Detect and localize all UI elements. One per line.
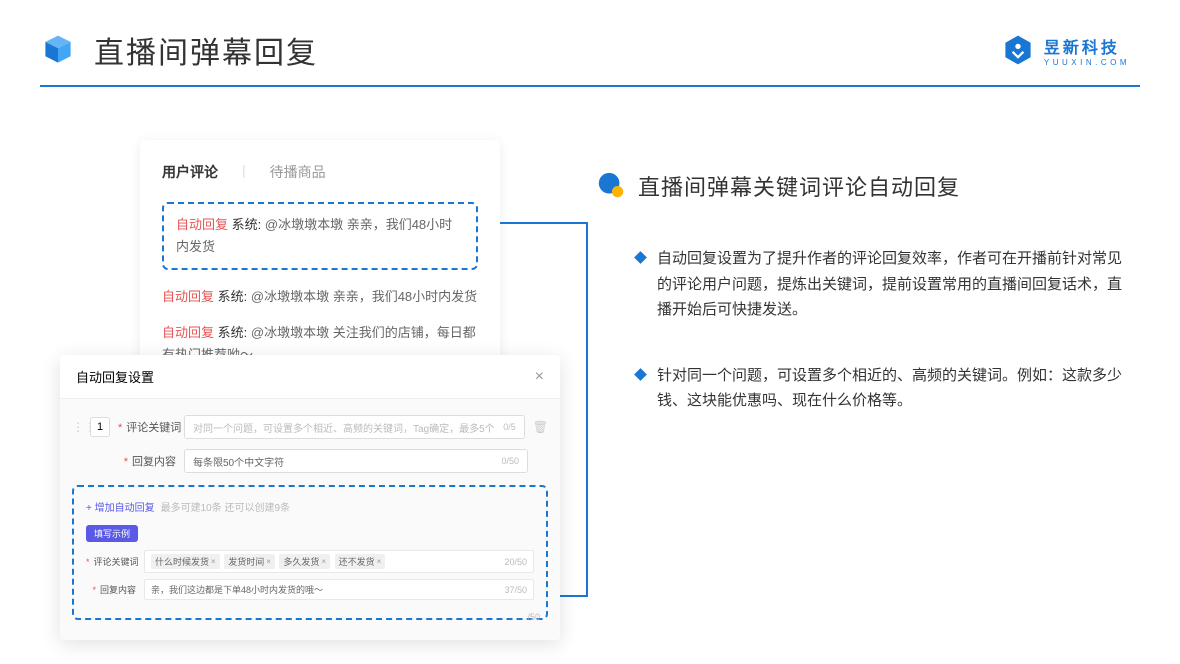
example-content-input[interactable]: 亲，我们这边都是下单48小时内发货的哦～ 37/50 [144,579,534,600]
tab-user-comments[interactable]: 用户评论 [162,162,218,182]
counter: 0/50 [501,456,519,466]
auto-reply-tag: 自动回复 [162,289,214,304]
add-auto-reply-link[interactable]: + 增加自动回复 最多可建10条 还可以创建9条 [86,499,534,514]
counter: 37/50 [504,585,527,595]
auto-reply-tag: 自动回复 [176,217,228,232]
section-title: 直播间弹幕关键词评论自动回复 [638,170,960,202]
counter: 20/50 [504,557,527,567]
content-row: *回复内容 每条限50个中文字符 0/50 [72,449,548,473]
keyword-tag: 还不发货× [335,554,386,569]
content-label: 回复内容 [132,456,176,468]
brand-icon [1000,32,1036,68]
keyword-tag: 多久发货× [279,554,330,569]
diamond-icon [634,368,647,381]
page-title: 直播间弹幕回复 [94,28,318,72]
chat-bubble-icon [596,171,626,201]
comment-row: 自动回复 系统: @冰墩墩本墩 亲亲，我们48小时内发货 [162,286,478,308]
keyword-row: ⋮⋮ 1 *评论关键词 对同一个问题，可设置多个相近、高频的关键词，Tag确定，… [72,415,548,439]
example-section: + 增加自动回复 最多可建10条 还可以创建9条 填写示例 *评论关键词 什么时… [72,485,548,620]
counter: 0/5 [503,422,516,432]
trash-icon[interactable]: 🗑 [533,420,548,434]
keyword-label: 评论关键词 [126,422,181,434]
cube-icon [40,32,76,68]
bullet-text-1: 自动回复设置为了提升作者的评论回复效率，作者可在开播前针对常见的评论用户问题，提… [657,246,1126,323]
auto-reply-tag: 自动回复 [162,325,214,340]
tab-products[interactable]: 待播商品 [270,162,326,182]
add-hint: 最多可建10条 还可以创建9条 [161,499,290,514]
brand-logo: 昱新科技 YUUXIN.COM [1000,32,1130,68]
diamond-icon [634,251,647,264]
example-keyword-input[interactable]: 什么时候发货× 发货时间× 多久发货× 还不发货× 20/50 [144,550,534,573]
bullet-item: 自动回复设置为了提升作者的评论回复效率，作者可在开播前针对常见的评论用户问题，提… [596,246,1126,323]
content-section: 直播间弹幕关键词评论自动回复 自动回复设置为了提升作者的评论回复效率，作者可在开… [596,170,1126,454]
system-label: 系统: [218,325,248,340]
close-icon[interactable]: × [535,368,544,386]
system-label: 系统: [218,289,248,304]
connector-line [586,222,588,597]
page-header: 直播间弹幕回复 昱新科技 YUUXIN.COM [0,0,1180,72]
example-badge: 填写示例 [86,525,138,542]
header-divider [40,85,1140,87]
modal-title: 自动回复设置 [76,367,154,386]
section-header: 直播间弹幕关键词评论自动回复 [596,170,1126,202]
example-keyword-label: 评论关键词 [94,557,139,567]
brand-name: 昱新科技 [1044,34,1120,58]
example-content-label: 回复内容 [100,585,136,595]
comment-text-2: @冰墩墩本墩 亲亲，我们48小时内发货 [251,289,477,304]
auto-reply-settings-modal: 自动回复设置 × ⋮⋮ 1 *评论关键词 对同一个问题，可设置多个相近、高频的关… [60,355,560,640]
keyword-input[interactable]: 对同一个问题，可设置多个相近、高频的关键词，Tag确定，最多5个 0/5 [184,415,525,439]
connector-line [500,222,588,224]
keyword-tag: 什么时候发货× [151,554,220,569]
brand-sub: YUUXIN.COM [1044,58,1130,67]
keyword-tag: 发货时间× [224,554,275,569]
modal-header: 自动回复设置 × [60,355,560,399]
row-number: 1 [90,417,110,437]
content-input[interactable]: 每条限50个中文字符 0/50 [184,449,528,473]
tab-divider: | [242,162,246,182]
bullet-item: 针对同一个问题，可设置多个相近的、高频的关键词。例如：这款多少钱、这块能优惠吗、… [596,363,1126,414]
comment-tabs: 用户评论 | 待播商品 [162,162,478,182]
bottom-counter: /50 [527,612,540,622]
system-label: 系统: [232,217,262,232]
bullet-text-2: 针对同一个问题，可设置多个相近的、高频的关键词。例如：这款多少钱、这块能优惠吗、… [657,363,1126,414]
highlighted-comment: 自动回复 系统: @冰墩墩本墩 亲亲，我们48小时内发货 [162,202,478,270]
drag-handle-icon[interactable]: ⋮⋮ [72,420,82,434]
